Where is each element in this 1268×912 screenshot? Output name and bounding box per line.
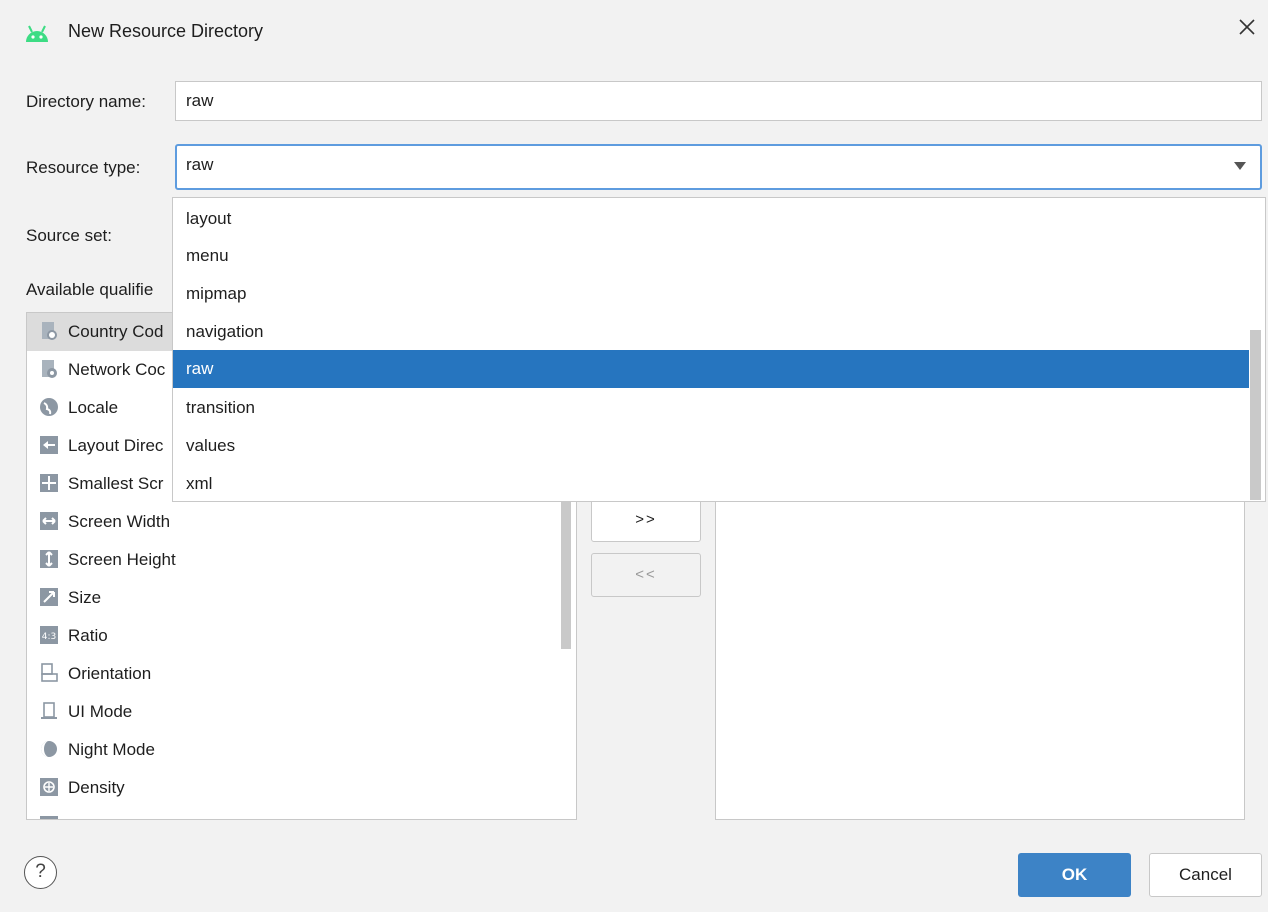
density-icon bbox=[40, 777, 58, 796]
qualifier-item-density[interactable]: Density bbox=[39, 769, 125, 807]
cancel-button[interactable]: Cancel bbox=[1149, 853, 1262, 897]
network-code-icon bbox=[42, 359, 57, 378]
touch-screen-icon bbox=[40, 815, 58, 819]
option-raw[interactable]: raw bbox=[173, 350, 1249, 388]
qualifier-item-locale[interactable]: Locale bbox=[39, 389, 118, 427]
help-button[interactable]: ? bbox=[24, 856, 57, 889]
resource-type-label: Resource type: bbox=[26, 158, 141, 177]
ratio-icon: 4:3 bbox=[40, 625, 58, 644]
qualifier-item-layout-direction[interactable]: Layout Direc bbox=[39, 427, 163, 465]
option-layout[interactable]: layout bbox=[173, 200, 1249, 238]
option-menu[interactable]: menu bbox=[173, 237, 1249, 275]
qualifier-item-ratio[interactable]: 4:3 Ratio bbox=[39, 617, 108, 655]
resource-type-dropdown[interactable]: raw bbox=[175, 144, 1262, 190]
layout-direction-icon bbox=[40, 435, 58, 454]
night-mode-icon bbox=[41, 740, 57, 757]
qualifier-item-screen-height[interactable]: Screen Height bbox=[39, 541, 176, 579]
resource-type-value: raw bbox=[186, 155, 214, 174]
remove-qualifier-button[interactable]: << bbox=[591, 553, 701, 597]
globe-icon bbox=[40, 397, 58, 416]
title-bar: New Resource Directory bbox=[0, 0, 1268, 66]
ui-mode-icon bbox=[41, 701, 57, 719]
close-icon[interactable] bbox=[1236, 16, 1258, 38]
option-mipmap[interactable]: mipmap bbox=[173, 275, 1249, 313]
svg-text:4:3: 4:3 bbox=[42, 632, 56, 642]
option-xml[interactable]: xml bbox=[173, 465, 1249, 501]
qualifier-item-ui-mode[interactable]: UI Mode bbox=[39, 693, 132, 731]
qualifier-item-orientation[interactable]: Orientation bbox=[39, 655, 151, 693]
qualifier-item-smallest-screen[interactable]: Smallest Scr bbox=[39, 465, 163, 503]
qualifier-item-night-mode[interactable]: Night Mode bbox=[39, 731, 155, 769]
popup-scrollbar[interactable] bbox=[1250, 330, 1261, 500]
option-transition[interactable]: transition bbox=[173, 389, 1249, 427]
option-navigation[interactable]: navigation bbox=[173, 313, 1249, 351]
size-icon bbox=[40, 587, 58, 606]
add-qualifier-button[interactable]: >> bbox=[591, 498, 701, 542]
orientation-icon bbox=[41, 662, 58, 682]
resource-type-popup[interactable]: layout menu mipmap navigation raw transi… bbox=[172, 197, 1266, 502]
android-icon bbox=[26, 25, 48, 42]
directory-name-label: Directory name: bbox=[26, 92, 146, 111]
ok-button[interactable]: OK bbox=[1018, 853, 1131, 897]
screen-height-icon bbox=[40, 549, 58, 568]
qualifier-item-partial bbox=[39, 807, 68, 819]
qualifier-item-size[interactable]: Size bbox=[39, 579, 101, 617]
chevron-down-icon[interactable] bbox=[1234, 162, 1246, 170]
dialog-title: New Resource Directory bbox=[68, 21, 264, 41]
available-qualifiers-label: Available qualifie bbox=[26, 280, 154, 299]
qualifier-item-network-code[interactable]: Network Coc bbox=[39, 351, 165, 389]
smallest-screen-icon bbox=[40, 473, 58, 492]
option-values[interactable]: values bbox=[173, 427, 1249, 465]
country-code-icon bbox=[42, 321, 57, 340]
screen-width-icon bbox=[40, 511, 58, 530]
source-set-label: Source set: bbox=[26, 226, 112, 245]
qualifier-item-screen-width[interactable]: Screen Width bbox=[39, 503, 170, 541]
directory-name-input[interactable]: raw bbox=[175, 81, 1262, 121]
